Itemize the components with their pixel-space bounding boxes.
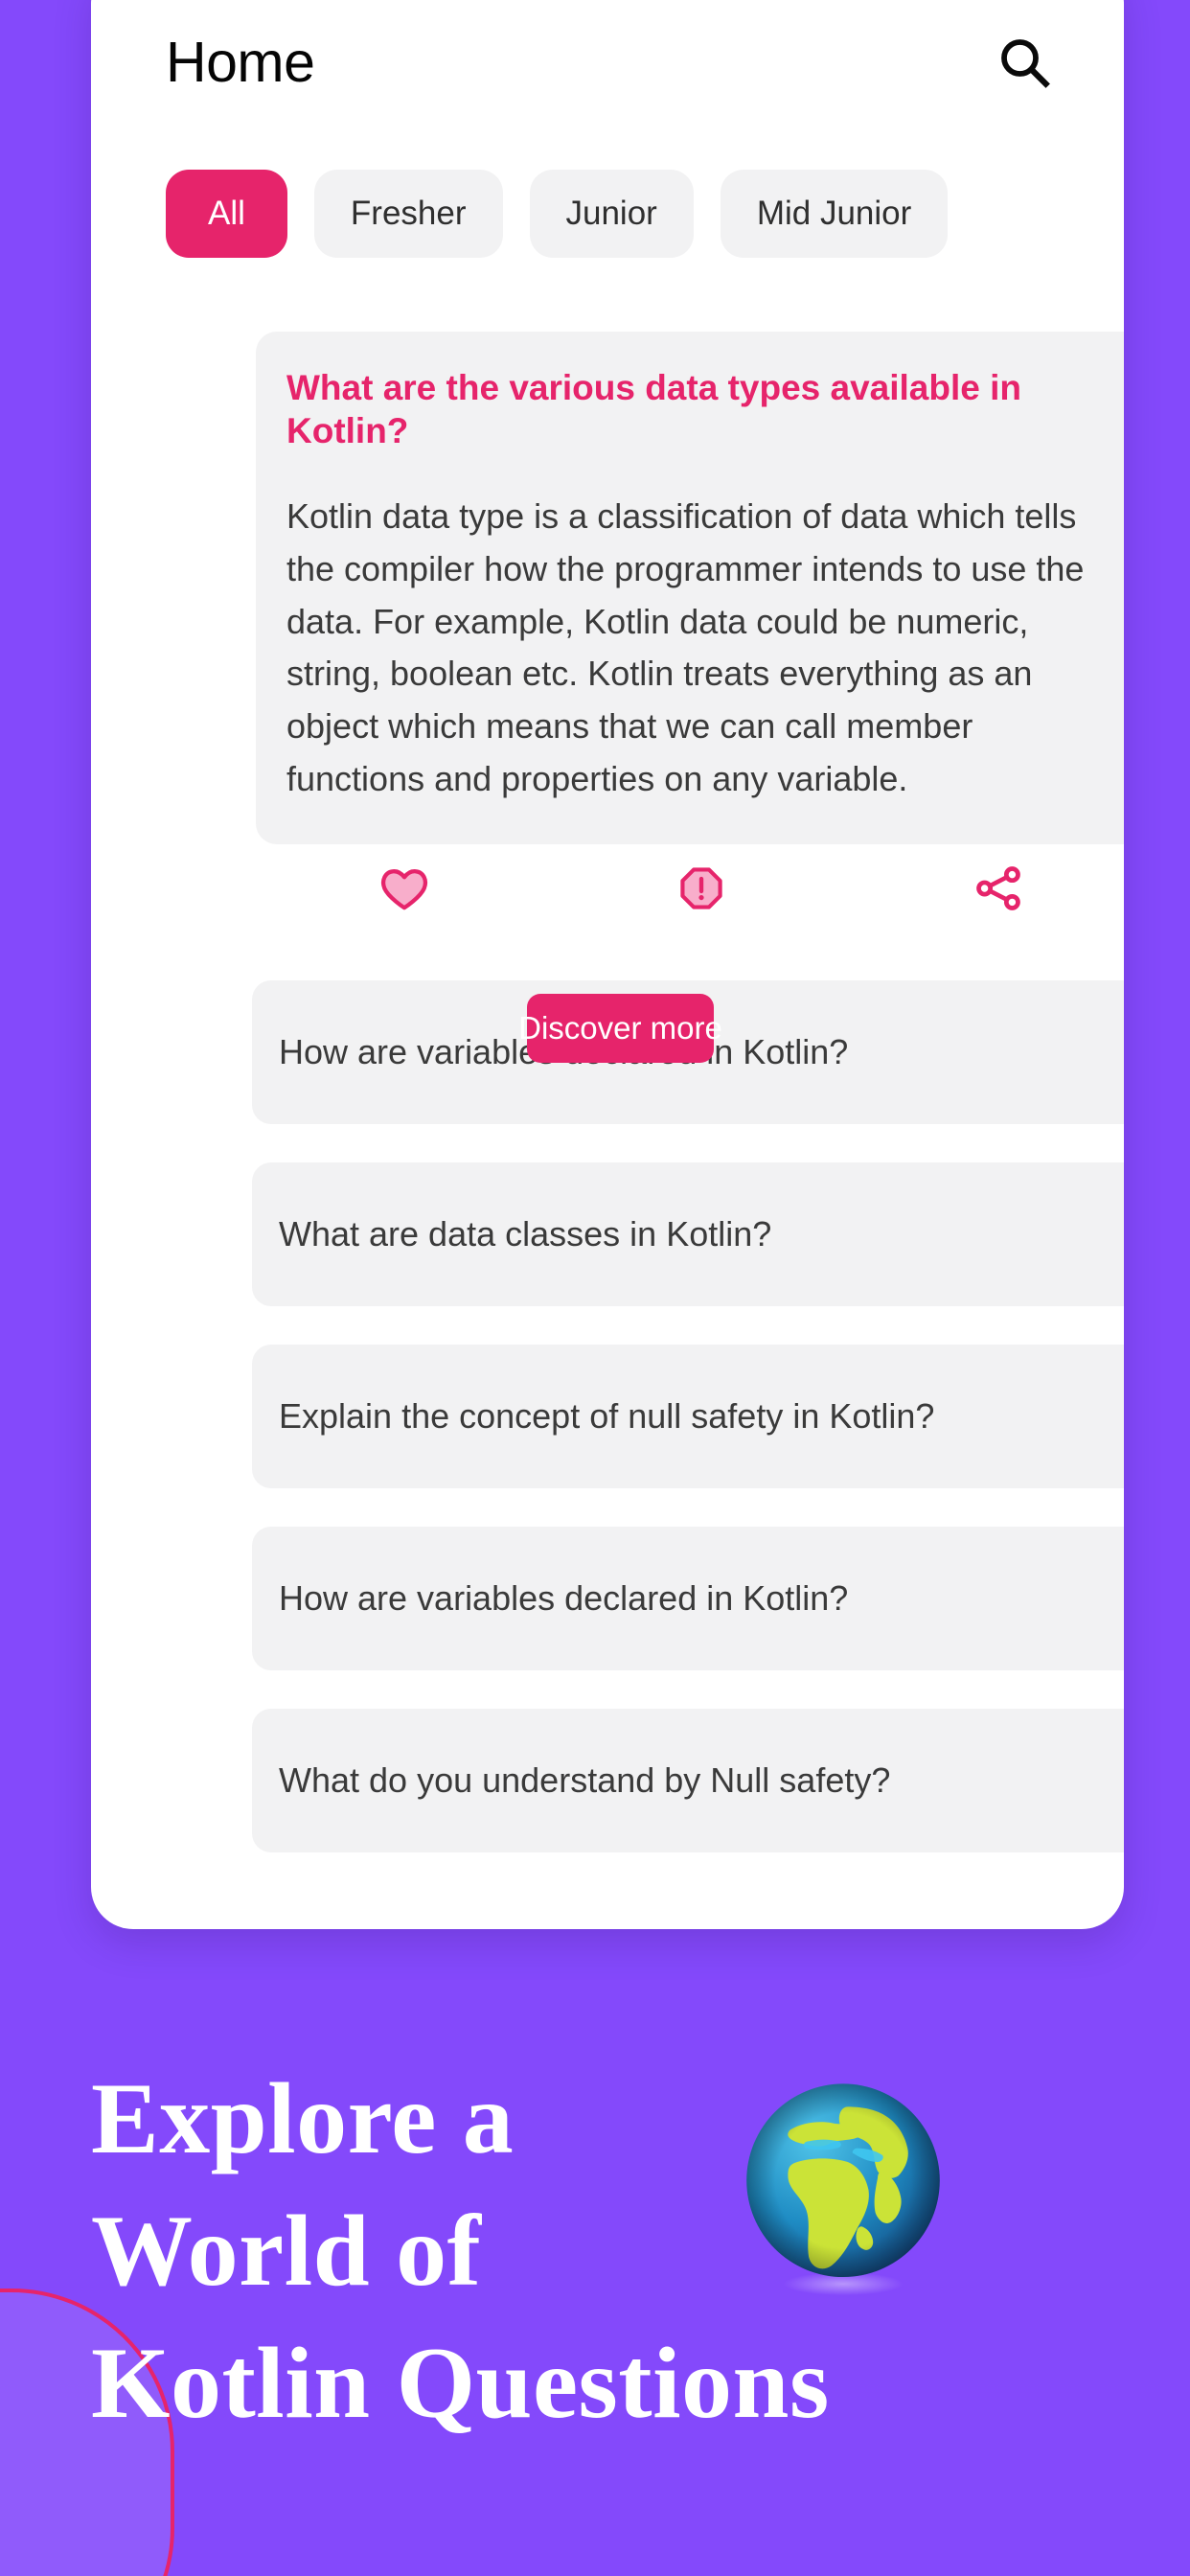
tab-junior[interactable]: Junior [529,170,694,258]
hero-line-3: Kotlin Questions [91,2326,830,2439]
heart-icon [378,862,430,917]
question-list: How are variables declared in Kotlin? Wh… [252,980,1124,1891]
list-item[interactable]: What are data classes in Kotlin? [252,1162,1124,1306]
question-text: How are variables declared in Kotlin? [279,1578,849,1619]
like-button[interactable] [360,845,448,933]
app-card: Home All Fresher Junior Mid Junior What … [91,0,1124,1929]
search-icon [995,34,1053,91]
hero-line-1: Explore a [91,2062,515,2174]
discover-more-button[interactable]: Discover more [518,994,722,1063]
report-button[interactable] [657,845,745,933]
app-header: Home [91,0,1124,125]
question-text: What are data classes in Kotlin? [279,1214,772,1254]
hero-section: Explore a World of Kotlin Questions [0,1974,1190,2576]
report-octagon-icon [677,864,725,915]
hero-title: Explore a World of Kotlin Questions [91,2053,1107,2449]
list-item[interactable]: What do you understand by Null safety? [252,1709,1124,1852]
list-item[interactable]: Explain the concept of null safety in Ko… [252,1345,1124,1488]
hero-inner: Explore a World of Kotlin Questions [0,1974,1190,2449]
featured-answer-text: Kotlin data type is a classification of … [286,496,1085,798]
featured-question-title: What are the various data types availabl… [286,368,1021,451]
tab-all[interactable]: All [166,170,287,258]
tab-fresher[interactable]: Fresher [313,170,503,258]
hero-line-2: World of [91,2194,482,2307]
filter-tabs[interactable]: All Fresher Junior Mid Junior [91,166,1124,262]
question-text: Explain the concept of null safety in Ko… [279,1396,935,1437]
list-item[interactable]: How are variables declared in Kotlin? [252,1527,1124,1670]
question-text: What do you understand by Null safety? [279,1760,891,1801]
featured-question-card[interactable]: What are the various data types availabl… [256,332,1124,844]
share-icon [973,862,1024,917]
featured-actions [256,841,1124,937]
tab-mid-junior[interactable]: Mid Junior [720,170,949,258]
page-title: Home [166,30,315,94]
search-button[interactable] [994,32,1055,93]
share-button[interactable] [954,845,1042,933]
